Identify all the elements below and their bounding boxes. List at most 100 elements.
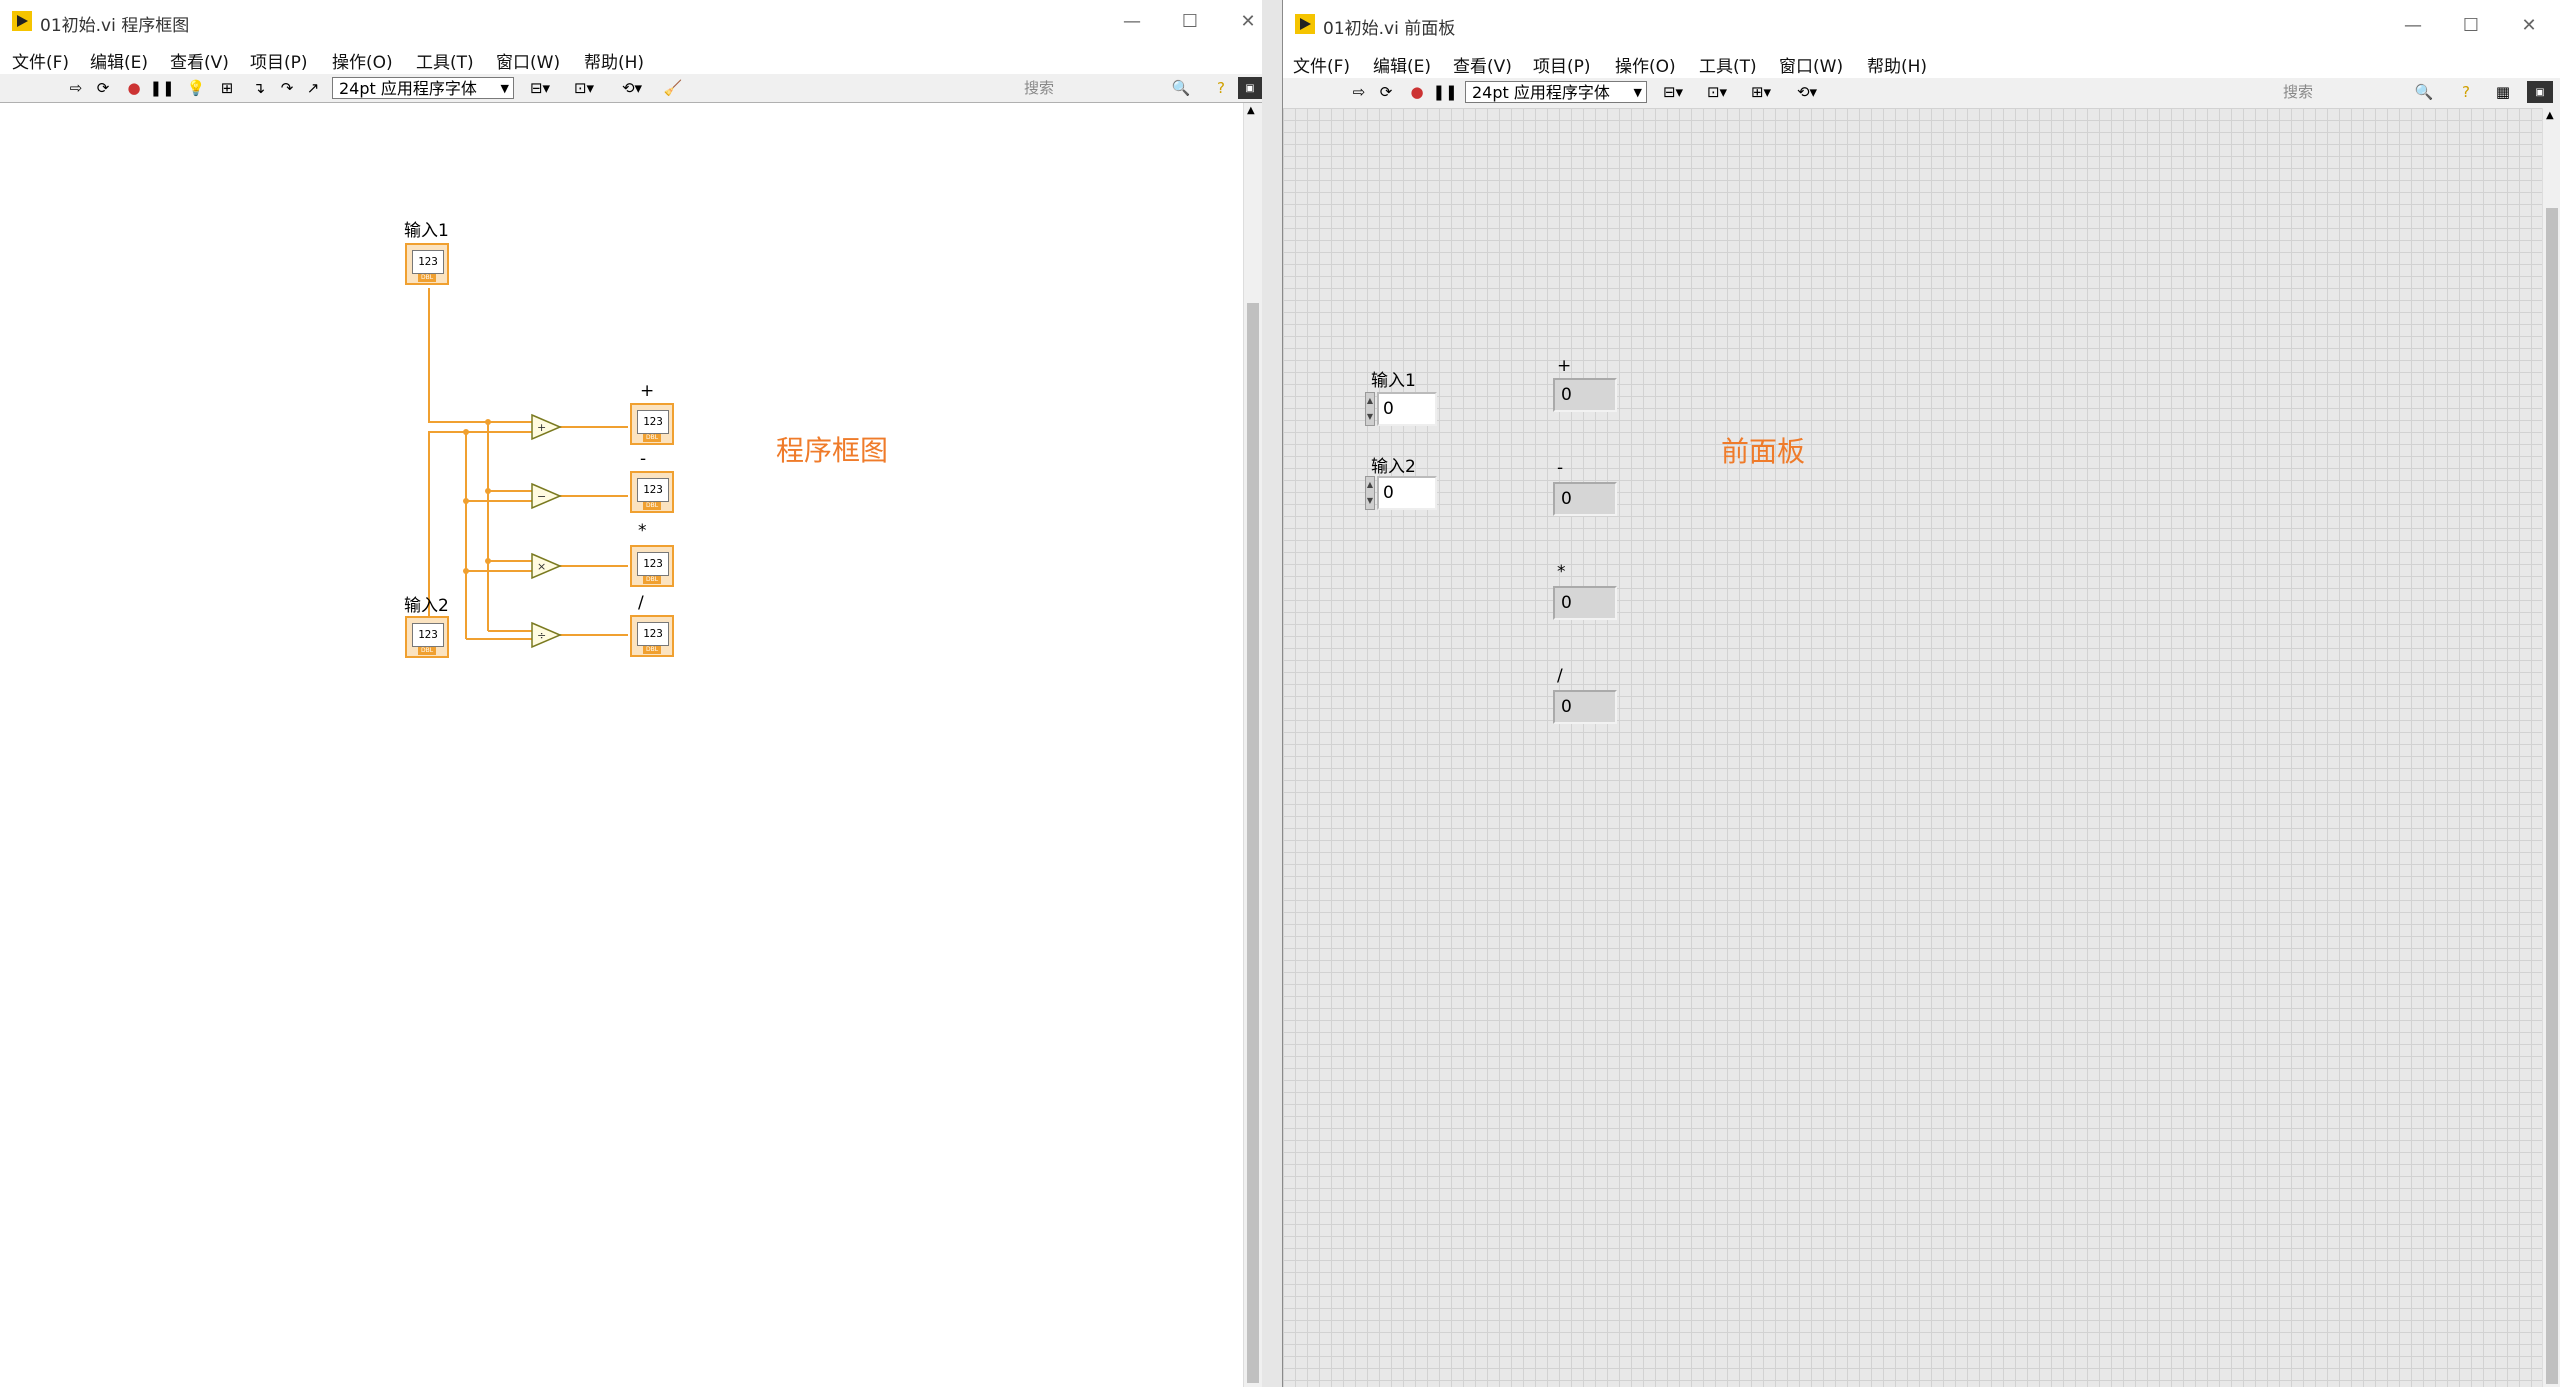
dbl-badge: DBL — [643, 434, 661, 442]
close-button[interactable]: ✕ — [1222, 4, 1262, 40]
pause-icon[interactable]: ❚❚ — [149, 77, 174, 99]
input2-value[interactable]: 0 — [1377, 476, 1437, 510]
menu-view[interactable]: 查看(V) — [170, 48, 229, 73]
clean-up-diagram-icon[interactable]: 🧹 — [660, 77, 686, 99]
highlight-execution-icon[interactable]: 💡 — [186, 77, 206, 99]
window-title: 01初始.vi 前面板 — [1323, 19, 1456, 39]
block-diagram-canvas[interactable]: + − × ÷ 输入1 123 DBL 输入2 123 DBL + 123 DB… — [0, 103, 1244, 1387]
retain-wire-values-icon[interactable]: ⊞ — [216, 77, 238, 99]
vi-icon: ▣ — [1238, 77, 1262, 99]
menu-help[interactable]: 帮助(H) — [1867, 52, 1927, 77]
input1-terminal[interactable]: 123 DBL — [405, 243, 449, 285]
front-panel-canvas[interactable]: 输入1 ▲ ▼ 0 输入2 ▲ ▼ 0 + 0 - 0 * 0 / 0 前面板 — [1283, 108, 2543, 1387]
maximize-button[interactable]: ☐ — [1164, 4, 1216, 40]
run-icon[interactable]: ⇨ — [1349, 81, 1369, 103]
maximize-button[interactable]: ☐ — [2445, 8, 2497, 44]
front-panel-window: 01初始.vi 前面板 — ☐ ✕ 文件(F) 编辑(E) 查看(V) 项目(P… — [1282, 0, 2560, 1387]
increment-decrement-icon[interactable]: ▲ ▼ — [1365, 476, 1375, 510]
svg-text:×: × — [537, 560, 546, 573]
wires: + − × ÷ — [428, 288, 628, 649]
svg-text:÷: ÷ — [537, 629, 546, 642]
menu-window[interactable]: 窗口(W) — [496, 48, 560, 73]
sub-indicator-terminal[interactable]: 123 DBL — [630, 471, 674, 513]
scrollbar-thumb[interactable] — [2546, 208, 2558, 1384]
front-panel-annotation: 前面板 — [1721, 435, 1806, 468]
menu-project[interactable]: 项目(P) — [1533, 52, 1591, 77]
step-out-icon[interactable]: ↗ — [302, 77, 324, 99]
menu-operate[interactable]: 操作(O) — [332, 48, 393, 73]
menu-tools[interactable]: 工具(T) — [1699, 52, 1757, 77]
input1-label: 输入1 — [1371, 371, 1416, 391]
mul-indicator-label: * — [1557, 562, 1566, 582]
mul-indicator-terminal[interactable]: 123 DBL — [630, 545, 674, 587]
resize-objects-icon[interactable]: ⊞▾ — [1745, 81, 1777, 103]
menu-file[interactable]: 文件(F) — [12, 48, 69, 73]
close-button[interactable]: ✕ — [2503, 8, 2555, 44]
add-indicator-terminal[interactable]: 123 DBL — [630, 403, 674, 445]
menu-view[interactable]: 查看(V) — [1453, 52, 1512, 77]
step-into-icon[interactable]: ↴ — [248, 77, 270, 99]
dbl-badge: DBL — [418, 274, 436, 282]
div-indicator-label: / — [1557, 666, 1563, 686]
reorder-icon[interactable]: ⟲▾ — [614, 77, 650, 99]
menu-edit[interactable]: 编辑(E) — [1373, 52, 1431, 77]
pause-icon[interactable]: ❚❚ — [1432, 81, 1457, 103]
window-title: 01初始.vi 程序框图 — [40, 16, 190, 36]
mul-indicator-value: 0 — [1553, 586, 1617, 620]
menu-operate[interactable]: 操作(O) — [1615, 52, 1676, 77]
help-icon[interactable]: ? — [2455, 81, 2477, 103]
font-selector[interactable]: 24pt 应用程序字体 ▼ — [1465, 81, 1647, 103]
sub-indicator-label: - — [640, 449, 647, 469]
div-indicator-value: 0 — [1553, 690, 1617, 724]
align-objects-icon[interactable]: ⊟▾ — [524, 77, 556, 99]
input2-label: 输入2 — [404, 596, 449, 616]
search-icon[interactable]: 🔍 — [2413, 81, 2435, 103]
input2-control[interactable]: ▲ ▼ 0 — [1365, 476, 1441, 510]
input1-value[interactable]: 0 — [1377, 392, 1437, 426]
input1-label: 输入1 — [404, 221, 449, 241]
help-icon[interactable]: ? — [1210, 77, 1232, 99]
abort-icon[interactable]: ● — [1407, 81, 1427, 103]
menu-window[interactable]: 窗口(W) — [1779, 52, 1843, 77]
align-objects-icon[interactable]: ⊟▾ — [1657, 81, 1689, 103]
terminal-text: 123 — [412, 250, 444, 274]
minimize-button[interactable]: — — [1106, 4, 1158, 40]
chevron-down-icon: ▼ — [1633, 86, 1642, 99]
menu-tools[interactable]: 工具(T) — [416, 48, 474, 73]
scroll-up-icon[interactable]: ▲ — [1247, 105, 1255, 116]
vertical-scrollbar[interactable]: ▲ — [2542, 108, 2560, 1387]
input2-label: 输入2 — [1371, 457, 1416, 477]
div-indicator-terminal[interactable]: 123 DBL — [630, 615, 674, 657]
search-icon[interactable]: 🔍 — [1170, 77, 1192, 99]
scrollbar-thumb[interactable] — [1247, 303, 1259, 1383]
run-icon[interactable]: ⇨ — [66, 77, 86, 99]
scroll-up-icon[interactable]: ▲ — [2546, 110, 2554, 121]
title-bar: 01初始.vi 前面板 — ☐ ✕ — [1283, 0, 2560, 48]
abort-icon[interactable]: ● — [124, 77, 144, 99]
reorder-icon[interactable]: ⟲▾ — [1789, 81, 1825, 103]
run-continuously-icon[interactable]: ⟳ — [1375, 81, 1397, 103]
labview-icon — [1295, 14, 1315, 34]
menu-edit[interactable]: 编辑(E) — [90, 48, 148, 73]
search-input[interactable]: 搜索 — [1024, 77, 1194, 99]
menu-help[interactable]: 帮助(H) — [584, 48, 644, 73]
search-placeholder: 搜索 — [1024, 79, 1055, 97]
font-selector-value: 24pt 应用程序字体 — [339, 79, 477, 98]
distribute-objects-icon[interactable]: ⊡▾ — [568, 77, 600, 99]
title-bar: 01初始.vi 程序框图 — ☐ ✕ — [0, 0, 1262, 44]
menu-project[interactable]: 项目(P) — [250, 48, 308, 73]
labview-icon — [12, 11, 32, 31]
connector-pane-icon[interactable]: ▦ — [2483, 81, 2523, 103]
block-diagram-window: 01初始.vi 程序框图 — ☐ ✕ 文件(F) 编辑(E) 查看(V) 项目(… — [0, 0, 1263, 1387]
div-indicator-label: / — [638, 593, 644, 613]
font-selector[interactable]: 24pt 应用程序字体 ▼ — [332, 77, 514, 99]
vertical-scrollbar[interactable]: ▲ — [1243, 103, 1262, 1387]
increment-decrement-icon[interactable]: ▲ ▼ — [1365, 392, 1375, 426]
input2-terminal[interactable]: 123 DBL — [405, 616, 449, 658]
menu-file[interactable]: 文件(F) — [1293, 52, 1350, 77]
distribute-objects-icon[interactable]: ⊡▾ — [1701, 81, 1733, 103]
input1-control[interactable]: ▲ ▼ 0 — [1365, 392, 1441, 426]
step-over-icon[interactable]: ↷ — [276, 77, 298, 99]
minimize-button[interactable]: — — [2387, 8, 2439, 44]
run-continuously-icon[interactable]: ⟳ — [92, 77, 114, 99]
